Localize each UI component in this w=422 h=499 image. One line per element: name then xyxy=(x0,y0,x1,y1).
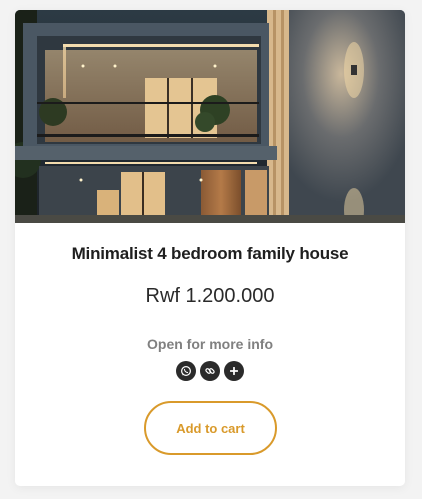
add-to-cart-button[interactable]: Add to cart xyxy=(144,401,277,455)
link-icon[interactable] xyxy=(200,361,220,381)
share-icons xyxy=(15,361,405,381)
whatsapp-icon[interactable] xyxy=(176,361,196,381)
product-price: Rwf 1.200.000 xyxy=(145,285,275,307)
product-image[interactable] xyxy=(15,10,405,223)
more-info-label: Open for more info xyxy=(147,336,273,352)
product-title[interactable]: Minimalist 4 bedroom family house xyxy=(15,244,405,264)
product-card: Minimalist 4 bedroom family house Rwf 1.… xyxy=(15,10,405,486)
plus-icon[interactable] xyxy=(224,361,244,381)
